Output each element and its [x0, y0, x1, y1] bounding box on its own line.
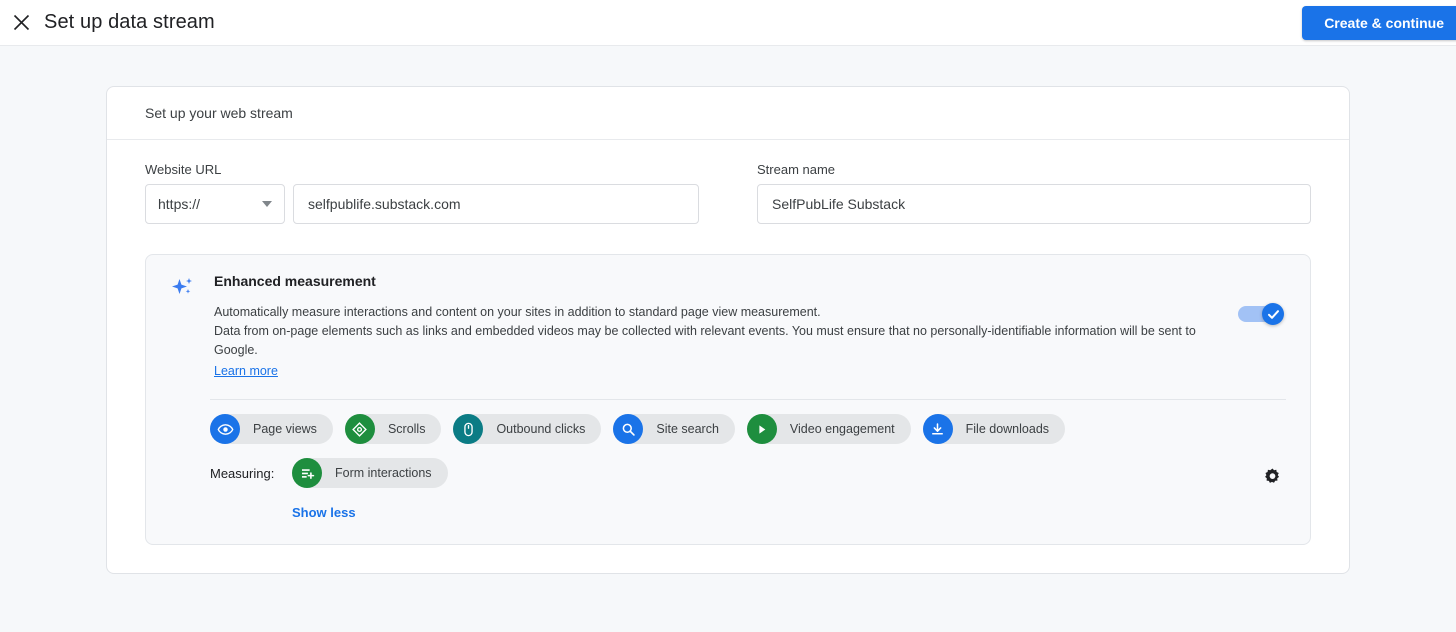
chip-label: File downloads [965, 422, 1050, 436]
card-header-title: Set up your web stream [107, 87, 1349, 140]
chip-label: Page views [253, 422, 317, 436]
top-app-bar: Set up data stream Create & continue [0, 0, 1456, 46]
gear-icon[interactable] [1258, 462, 1286, 490]
download-icon [922, 414, 953, 444]
description-line-2: Data from on-page elements such as links… [214, 324, 1196, 357]
website-url-label: Website URL [145, 162, 222, 177]
enhanced-measurement-toggle[interactable] [1238, 303, 1284, 325]
website-url-field-group: Website URL https:// [145, 162, 699, 224]
measuring-chips-area: Page views Scrolls Outbound clicks Site … [210, 414, 1286, 522]
measuring-label: Measuring: [210, 465, 275, 481]
chevron-down-icon [262, 201, 272, 207]
chip-outbound-clicks: Outbound clicks [453, 414, 602, 444]
chip-label: Outbound clicks [496, 422, 586, 436]
chip-row-1: Page views Scrolls Outbound clicks Site … [210, 414, 1286, 444]
description-line-1: Automatically measure interactions and c… [214, 305, 821, 319]
scroll-icon [344, 414, 375, 444]
fields-row: Website URL https:// Stream name [145, 162, 1311, 224]
protocol-select[interactable]: https:// [145, 184, 285, 224]
web-stream-card: Set up your web stream Website URL https… [106, 86, 1350, 574]
enhanced-measurement-content: Enhanced measurement Automatically measu… [214, 273, 1286, 381]
sparkle-icon [170, 273, 214, 381]
toggle-knob [1262, 303, 1284, 325]
chip-page-views: Page views [210, 414, 333, 444]
enhanced-measurement-title: Enhanced measurement [214, 273, 376, 289]
create-and-continue-button[interactable]: Create & continue [1302, 6, 1456, 40]
protocol-select-value: https:// [158, 196, 201, 212]
eye-icon [210, 414, 240, 444]
check-icon [1267, 309, 1279, 319]
enhanced-measurement-description: Automatically measure interactions and c… [214, 303, 1226, 381]
chip-label: Form interactions [335, 466, 432, 480]
play-icon [746, 414, 777, 444]
chip-scrolls: Scrolls [344, 414, 442, 444]
stream-name-field-group: Stream name [757, 162, 1311, 224]
chip-label: Video engagement [789, 422, 895, 436]
form-icon [292, 458, 322, 488]
close-icon[interactable] [4, 6, 38, 40]
chip-video-engagement: Video engagement [746, 414, 911, 444]
chip-site-search: Site search [613, 414, 735, 444]
stream-name-input[interactable] [757, 184, 1311, 224]
gear-icon-glyph [1264, 468, 1279, 483]
search-icon [613, 414, 644, 444]
chip-form-interactions: Form interactions [292, 458, 448, 488]
website-url-row: https:// [145, 184, 699, 224]
enhanced-measurement-panel: Enhanced measurement Automatically measu… [145, 254, 1311, 545]
sparkle-icon-glyph [172, 278, 192, 294]
chip-label: Scrolls [387, 422, 426, 436]
learn-more-link[interactable]: Learn more [214, 362, 278, 381]
chip-row-2: Measuring: Form interactions [210, 458, 1286, 488]
website-url-input[interactable] [293, 184, 699, 224]
mouse-icon [453, 414, 484, 444]
close-icon-glyph [13, 14, 29, 31]
chip-file-downloads: File downloads [922, 414, 1066, 444]
panel-divider [210, 399, 1286, 400]
show-less-link[interactable]: Show less [292, 505, 356, 520]
page-content: Set up your web stream Website URL https… [0, 46, 1456, 574]
card-body: Website URL https:// Stream name [107, 140, 1349, 573]
stream-name-label: Stream name [757, 162, 836, 177]
page-title: Set up data stream [44, 11, 215, 33]
enhanced-measurement-top: Enhanced measurement Automatically measu… [170, 273, 1286, 381]
chip-label: Site search [656, 422, 719, 436]
